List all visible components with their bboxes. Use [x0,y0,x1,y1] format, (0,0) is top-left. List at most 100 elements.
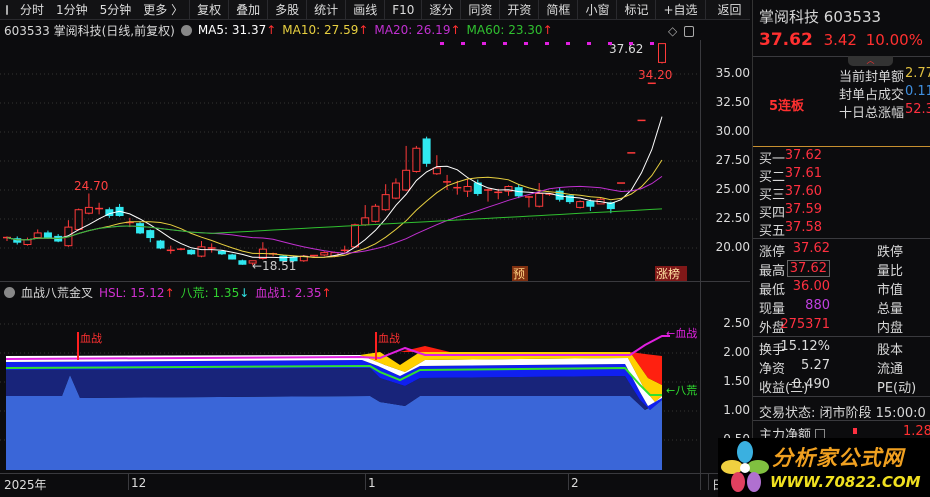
stat-label: 流通 [877,362,904,377]
stat-label: 总量 [877,302,904,317]
stat-label: 现量 [759,302,786,317]
panel-toggle-icon[interactable] [684,26,694,37]
back-button[interactable]: 返回 [706,0,755,20]
stat-label: 跌停 [877,245,904,260]
yu-label: 预 [513,267,525,281]
signal-dot [482,42,486,45]
signal-dot [629,42,633,45]
price-line: 37.62 3.42 10.00% [759,30,923,50]
bid-label: 买三 [759,188,786,203]
indicator-info: 血战八荒金叉 HSL: 15.12↑ 八荒: 1.35↓ 血战1: 2.35↑ [4,284,332,301]
seal-value: 0.11 [905,84,930,99]
tick-button[interactable]: 逐分 [422,0,462,20]
small-window-button[interactable]: 小窗 [578,0,618,20]
signal-dot [545,42,549,45]
candle-body [391,182,400,199]
price-tick: 27.50 [715,153,750,167]
stats-button[interactable]: 统计 [307,0,347,20]
bid-label: 买一 [759,152,786,167]
add-watchlist-button[interactable]: +自选 [656,0,706,20]
bid-value: 37.59 [784,202,822,217]
indicator-tick: 1.50 [723,374,750,388]
tongzi-button[interactable]: 同资 [461,0,501,20]
xuezhan-tag: ←血战 [666,326,697,340]
chevron-down-icon[interactable] [180,24,192,36]
fuquan-button[interactable]: 复权 [189,0,230,20]
candle-body [23,239,32,246]
main-net-value: 1.28 [903,424,930,439]
ma10-line [6,159,663,258]
ma20-value: MA20: 26.19↑ [374,23,461,37]
simple-frame-button[interactable]: 简框 [539,0,579,20]
candle-body [361,217,370,226]
last-price: 37.62 [759,30,813,50]
candle-body [74,209,83,230]
sidebar-toggle-icon[interactable] [6,4,8,15]
bid-label: 买四 [759,206,786,221]
candle-body [146,230,155,239]
multi-stock-button[interactable]: 多股 [268,0,308,20]
stat-value: 37.62 [792,241,830,256]
price-tick: 25.00 [715,182,750,196]
tab-more[interactable]: 更多 〉 [137,0,189,20]
candle-body [412,147,421,172]
candle-body [136,223,145,234]
stat-value: 36.00 [792,279,830,294]
candlestick-chart: 24.70 ←18.51 37.62 34.20 预 涨榜血战 血战 ←血战 ←八荒 [0,42,700,470]
f10-button[interactable]: F10 [385,0,423,20]
candle-body [422,138,431,164]
tab-1min[interactable]: 1分钟 [50,0,94,20]
indicator-tick: 2.50 [723,316,750,330]
x-tick: 2 [571,476,579,490]
signal-dot [608,42,612,45]
trading-status: 交易状态: 闭市阶段 15:00:0 [759,406,926,421]
price-tick: 22.50 [715,211,750,225]
axis-divider [700,40,701,490]
candle-body [238,260,247,265]
draw-button[interactable]: 画线 [346,0,386,20]
xuezhan1-value: 血战1: 2.35↑ [255,286,332,300]
pane-divider[interactable] [0,281,750,282]
candle-body [402,169,411,191]
signal-dot [440,42,444,45]
seal-label: 封单占成交 [839,88,905,103]
quote-panel: 掌阅科技 603533 37.62 3.42 10.00% ︿ 5连板 当前封单… [752,0,930,497]
stat-label: 市值 [877,283,904,298]
candle-body [197,246,206,257]
hsl-value: HSL: 15.12↑ [99,285,175,300]
signal-dot [503,42,507,45]
kaizi-button[interactable]: 开资 [500,0,540,20]
tab-5min[interactable]: 5分钟 [94,0,138,20]
stock-header: 掌阅科技 603533 [759,8,882,26]
zhangbang-label: 涨榜 [656,266,680,281]
stat-label: 涨停 [759,245,786,260]
date-axis: 2025年 12 1 2 日 [0,473,750,492]
xuezhan-marker-label: 血战 [80,331,102,345]
price-tick: 30.00 [715,124,750,138]
stat-value: 37.62 [786,260,830,277]
bid-value: 37.60 [784,184,822,199]
site-logo: 分析家公式网 WWW.70822.COM [718,438,930,497]
candle-body [84,206,93,214]
mark-button[interactable]: 标记 [617,0,657,20]
main-chart-info: 603533 掌阅科技(日线,前复权) MA5: 31.37↑ MA10: 27… [4,22,553,38]
stat-label: 量比 [877,264,904,279]
candle-body [463,186,472,192]
ma10-value: MA10: 27.59↑ [282,23,369,37]
candle-body [658,43,666,63]
last-high-label: 37.62 [609,42,643,56]
tab-fenshi[interactable]: 分时 [14,0,50,20]
chevron-down-icon[interactable] [4,287,15,298]
bahuang-tag: ←八荒 [666,384,697,397]
stat-value: 880 [805,298,830,313]
low-label: ←18.51 [252,259,296,273]
collapse-button[interactable]: ︿ [848,56,893,66]
indicator-tick: 1.00 [723,403,750,417]
stat-label: 股本 [877,343,904,358]
diamond-icon[interactable]: ◇ [668,24,677,38]
candle-body [586,201,595,207]
stat-label: 净资 [759,362,786,377]
overlay-button[interactable]: 叠加 [229,0,269,20]
signal-dot [461,42,465,45]
main-net-bar [853,428,857,434]
